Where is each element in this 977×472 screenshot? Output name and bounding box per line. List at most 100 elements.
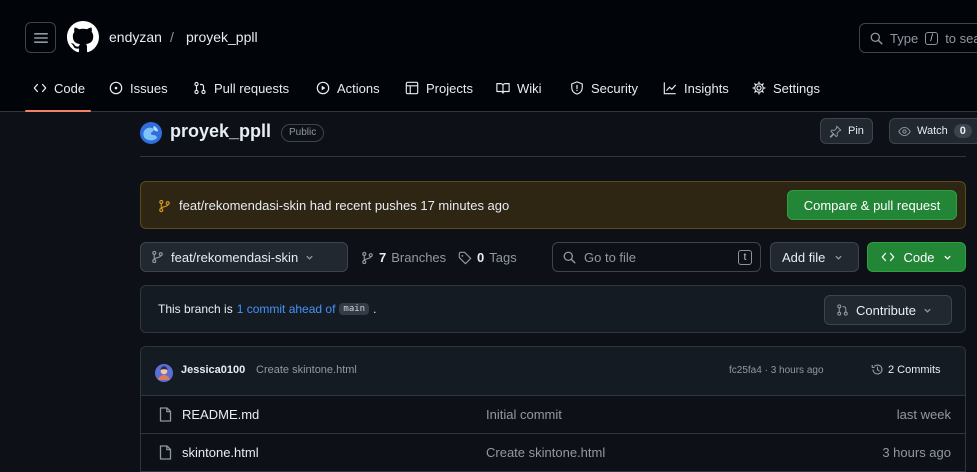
file-icon [159, 407, 172, 422]
base-branch-pill: main [339, 303, 370, 315]
contribute-button[interactable]: Contribute [824, 295, 952, 325]
tag-icon [458, 251, 472, 264]
commit-message[interactable]: Create skintone.html [256, 364, 357, 376]
global-search-input[interactable]: Type / to sea [859, 23, 977, 53]
compare-pull-request-button[interactable]: Compare & pull request [787, 190, 957, 220]
file-updated-time: last week [896, 407, 951, 422]
pin-label: Pin [848, 125, 864, 137]
file-commit-message[interactable]: Initial commit [486, 407, 562, 422]
chevron-down-icon [943, 255, 951, 260]
chevron-down-icon [924, 308, 931, 313]
pin-button[interactable]: Pin [820, 118, 873, 144]
commits-history-link[interactable]: 2 Commits [871, 363, 941, 376]
branch-icon [152, 250, 163, 264]
branch-status-text: This branch is 1 commit ahead of main . [158, 302, 376, 316]
code-icon [882, 252, 895, 262]
recent-push-text: feat/rekomendasi-skin had recent pushes … [179, 198, 510, 213]
tab-settings[interactable]: Settings [752, 64, 820, 112]
code-button-label: Code [903, 249, 935, 265]
branch-icon [159, 199, 170, 213]
watch-label: Watch [917, 125, 948, 137]
branches-label: Branches [391, 250, 447, 265]
tab-security-label: Security [591, 80, 638, 96]
file-icon [159, 445, 172, 460]
branch-status-prefix: This branch is [158, 302, 233, 316]
add-file-label: Add file [782, 249, 826, 265]
watch-button[interactable]: Watch 0 [889, 118, 977, 144]
app-header: endyzan / proyek_ppll Type / to sea Code… [0, 0, 977, 112]
search-icon [563, 251, 576, 264]
commit-author[interactable]: Jessica0100 [181, 364, 245, 376]
tab-insights[interactable]: Insights [663, 64, 729, 112]
branch-selector[interactable]: feat/rekomendasi-skin [140, 242, 348, 272]
file-name[interactable]: README.md [182, 407, 259, 422]
shield-icon [571, 81, 583, 95]
avatar[interactable] [155, 364, 173, 382]
repo-title[interactable]: proyek_ppll [170, 121, 271, 142]
file-name[interactable]: skintone.html [182, 445, 259, 460]
tab-pull-requests[interactable]: Pull requests [193, 64, 289, 112]
contribute-label: Contribute [856, 302, 916, 318]
tab-wiki[interactable]: Wiki [496, 64, 542, 112]
file-updated-time: 3 hours ago [882, 445, 951, 460]
book-icon [496, 83, 510, 94]
tab-issues[interactable]: Issues [109, 64, 168, 112]
tab-projects[interactable]: Projects [405, 64, 473, 112]
tags-label: Tags [489, 250, 517, 265]
repo-owner-avatar[interactable] [140, 122, 162, 144]
search-icon [870, 32, 883, 45]
tags-link[interactable]: 0 Tags [458, 250, 517, 265]
file-table: Jessica0100 Create skintone.html fc25fa4… [140, 346, 966, 472]
visibility-badge: Public [281, 124, 325, 142]
github-logo-icon[interactable] [67, 21, 99, 53]
commit-hash-time[interactable]: fc25fa4 · 3 hours ago [729, 365, 824, 376]
branch-name: feat/rekomendasi-skin [171, 249, 299, 265]
tab-settings-label: Settings [773, 80, 820, 96]
pull-request-icon [837, 304, 848, 316]
add-file-button[interactable]: Add file [770, 242, 859, 272]
graph-icon [663, 82, 677, 95]
tab-actions[interactable]: Actions [316, 64, 380, 112]
go-to-file-placeholder: Go to file [584, 249, 637, 265]
tags-count: 0 [477, 250, 485, 265]
chevron-down-icon [306, 255, 313, 260]
code-dropdown-button[interactable]: Code [867, 242, 966, 272]
tab-projects-label: Projects [426, 80, 473, 96]
recent-push-banner: feat/rekomendasi-skin had recent pushes … [140, 181, 966, 229]
pin-icon [829, 125, 842, 138]
table-row[interactable]: skintone.html Create skintone.html 3 hou… [141, 434, 965, 472]
branch-icon [362, 251, 373, 264]
tab-pull-requests-label: Pull requests [214, 80, 290, 96]
search-prefix: Type [890, 30, 919, 46]
go-to-file-shortcut: t [738, 250, 752, 265]
repo-nav: Code Issues Pull requests Actions Projec… [0, 64, 977, 112]
tab-security[interactable]: Security [570, 64, 638, 112]
commits-count-label: 2 Commits [888, 363, 941, 376]
watch-count: 0 [953, 124, 972, 138]
history-icon [871, 364, 883, 375]
tab-code-label: Code [54, 80, 86, 96]
commits-ahead-link[interactable]: 1 commit ahead of [237, 302, 336, 316]
breadcrumb-separator: / [170, 29, 174, 45]
tab-code[interactable]: Code [33, 64, 85, 112]
active-tab-indicator [25, 110, 91, 112]
file-commit-message[interactable]: Create skintone.html [486, 445, 605, 460]
pull-request-icon [194, 81, 206, 95]
tab-issues-label: Issues [130, 80, 168, 96]
table-icon [405, 81, 419, 95]
play-icon [316, 81, 330, 95]
branches-link[interactable]: 7 Branches [361, 250, 446, 265]
latest-commit-row: Jessica0100 Create skintone.html fc25fa4… [141, 347, 965, 396]
go-to-file-input[interactable]: Go to file t [552, 242, 761, 272]
breadcrumb-repo[interactable]: proyek_ppll [186, 29, 258, 45]
branches-count: 7 [379, 250, 387, 265]
table-row[interactable]: README.md Initial commit last week [141, 396, 965, 434]
chevron-down-icon [835, 255, 843, 260]
search-suffix: to sea [945, 30, 977, 46]
tab-actions-label: Actions [337, 80, 380, 96]
menu-button[interactable] [25, 22, 56, 53]
breadcrumb-owner[interactable]: endyzan [109, 29, 162, 45]
gear-icon [752, 81, 766, 95]
tab-wiki-label: Wiki [517, 80, 542, 96]
search-shortcut-key: / [925, 31, 939, 45]
